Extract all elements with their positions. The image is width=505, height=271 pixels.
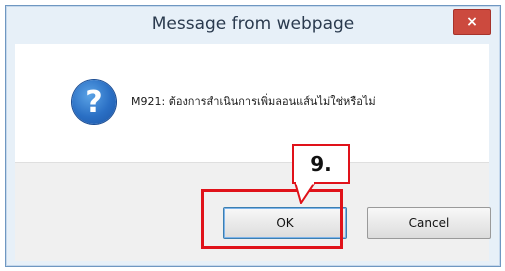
callout-tail (293, 182, 317, 204)
message-dialog: Message from webpage × ? M921: ต้องการสำ… (5, 5, 501, 267)
cancel-button[interactable]: Cancel (367, 207, 491, 239)
dialog-titlebar: Message from webpage × (6, 6, 500, 40)
dialog-footer: OK Cancel (15, 162, 491, 261)
step-callout: 9. (292, 144, 350, 184)
ok-button[interactable]: OK (223, 207, 347, 239)
dialog-title: Message from webpage (151, 14, 355, 34)
dialog-message: M921: ต้องการสำเนินการเพิ่มลอนแส์นไม่ใช่… (131, 95, 376, 108)
close-icon: × (466, 14, 478, 30)
close-button[interactable]: × (453, 9, 491, 35)
question-icon: ? (72, 80, 116, 124)
dialog-content: ? M921: ต้องการสำเนินการเพิ่มลอนแส์นไม่ใ… (15, 44, 489, 162)
